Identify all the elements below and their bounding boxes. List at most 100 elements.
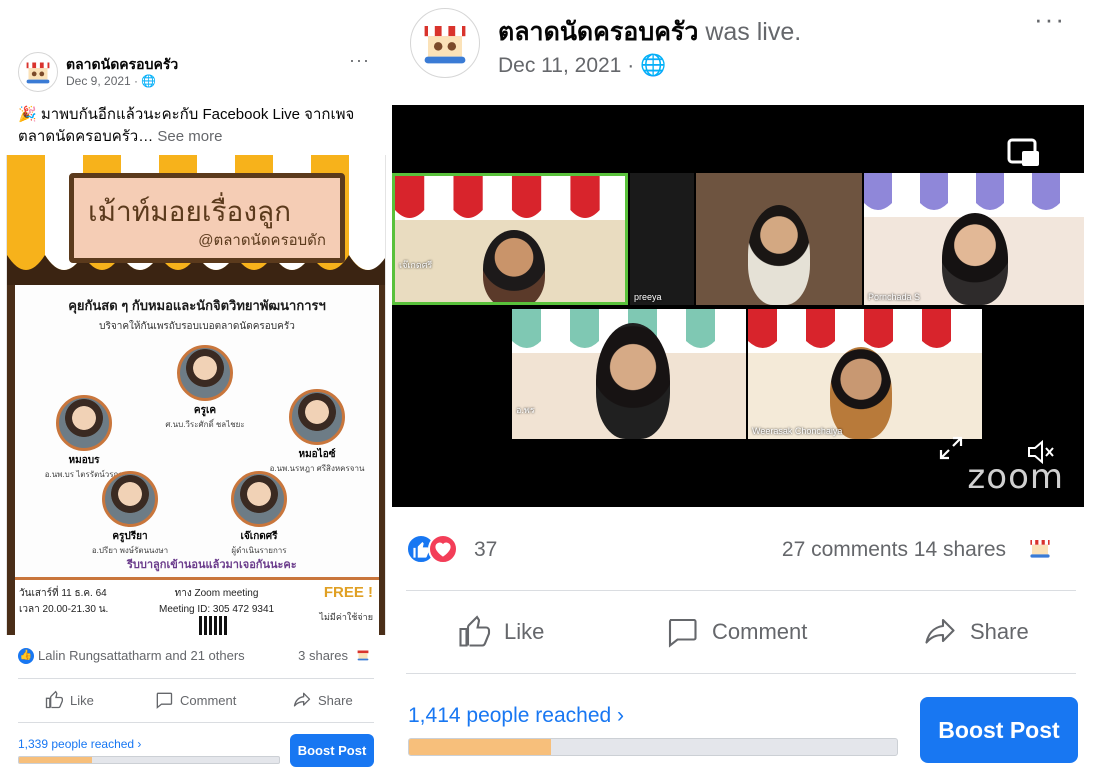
speaker-card: ครูปรียา อ.ปรียา พงษ์รัตนนงษา <box>75 471 185 557</box>
comment-icon <box>668 618 697 648</box>
participant-name: Weerasak Chonchaiya <box>752 426 843 436</box>
comment-label: Comment <box>712 619 808 644</box>
share-label: Share <box>970 619 1029 644</box>
participant-video <box>483 230 545 302</box>
boost-post-button[interactable]: Boost Post <box>920 697 1078 763</box>
zoom-logo: zoom <box>967 457 1064 497</box>
expand-icon[interactable] <box>938 435 964 461</box>
speaker-photo <box>102 471 158 527</box>
reach-progress-bar <box>18 756 280 764</box>
reaction-summary[interactable]: 37 27 comments 14 shares <box>406 532 1086 568</box>
comment-button[interactable]: Comment <box>664 614 807 650</box>
globe-icon: 🌐 <box>640 54 667 77</box>
page-name[interactable]: ตลาดนัดครอบครัว <box>66 54 178 76</box>
speaker-role: ศ.นบ.วีระศักดิ์ ชลไชยะ <box>165 420 245 429</box>
poster-title-board: เม้าท์มอยเรื่องลูก @ตลาดนัดครอบดัก <box>69 173 345 263</box>
page-avatar[interactable] <box>18 52 58 92</box>
event-datetime: วันเสาร์ที่ 11 ธ.ค. 64 เวลา 20.00-21.30 … <box>19 586 108 618</box>
like-button[interactable]: Like <box>44 690 94 710</box>
reaction-summary[interactable]: 👍 Lalin Rungsattatharm and 21 others 3 s… <box>18 646 378 666</box>
video-tile: อ.พร <box>512 309 746 439</box>
post-title: ตลาดนัดครอบครัว was live. <box>498 12 801 52</box>
participant-video <box>942 213 1008 305</box>
more-options-button[interactable]: ··· <box>349 50 370 71</box>
tile-awning-graphic <box>864 173 1084 217</box>
tile-awning-graphic <box>395 176 625 220</box>
reach-progress-bar <box>408 738 898 756</box>
people-reached-link[interactable]: 1,414 people reached › <box>408 704 624 728</box>
speaker-name: หมอไอซ์ <box>298 449 336 460</box>
boost-post-button[interactable]: Boost Post <box>290 734 374 767</box>
page-name[interactable]: ตลาดนัดครอบครัว <box>498 18 698 46</box>
poster-headline: คุยกันสด ๆ กับหมอและนักจิตวิทยาพัฒนาการฯ <box>68 298 326 313</box>
share-label: Share <box>318 692 353 708</box>
free-sub: ไม่มีค่าใช้จ่าย <box>319 612 373 622</box>
poster-footer-text: รีบบาลูกเข้านอนแล้วมาเจอกันนะคะ <box>127 559 297 571</box>
post-actions: Like Comment Share <box>406 602 1076 662</box>
thumbs-up-icon <box>459 615 491 647</box>
globe-icon: 🌐 <box>141 74 157 88</box>
left-post: ตลาดนัดครอบครัว Dec 9, 2021 · 🌐 ··· 🎉 มา… <box>0 0 392 767</box>
comments-shares-count[interactable]: 27 comments 14 shares <box>782 538 1006 562</box>
speaker-card: เจ๊เกดศรี ผู้ดำเนินรายการ <box>209 471 309 557</box>
reach-progress-fill <box>409 739 551 755</box>
share-button[interactable]: Share <box>292 690 353 710</box>
speaker-photo <box>177 345 233 401</box>
post-actions: Like Comment Share <box>18 686 374 716</box>
page-mini-avatar-icon[interactable] <box>1024 532 1056 564</box>
like-button[interactable]: Like <box>456 614 544 650</box>
reaction-count[interactable]: 37 <box>474 538 497 562</box>
event-time: เวลา 20.00-21.30 น. <box>19 604 109 615</box>
poster-subtitle: @ตลาดนัดครอบดัก <box>198 232 326 249</box>
speaker-name: ครูเค <box>193 405 217 416</box>
video-tile: Weerasak Chonchaiya <box>748 309 982 439</box>
qr-code-icon <box>199 616 227 635</box>
share-icon <box>925 618 955 644</box>
picture-in-picture-icon[interactable] <box>1006 135 1042 171</box>
see-more-link[interactable]: See more <box>157 128 222 145</box>
share-icon <box>293 692 311 707</box>
page-mini-avatar-icon[interactable] <box>354 646 372 664</box>
divider <box>406 673 1076 674</box>
comment-icon <box>156 692 173 709</box>
people-reached-link[interactable]: 1,339 people reached › <box>18 737 141 751</box>
speaker-photo <box>56 395 112 451</box>
page-avatar[interactable] <box>410 8 480 78</box>
live-video[interactable]: เจ๊เกดศรี preeya Pornchada S อ.พร Weeras… <box>392 105 1084 507</box>
market-logo-icon <box>26 62 50 84</box>
post-image[interactable]: เม้าท์มอยเรื่องลูก @ตลาดนัดครอบดัก คุยกั… <box>6 155 386 635</box>
more-options-button[interactable]: ··· <box>1034 4 1066 35</box>
poster-body: คุยกันสด ๆ กับหมอและนักจิตวิทยาพัฒนาการฯ… <box>7 285 385 635</box>
post-date-text: Dec 11, 2021 · <box>498 54 641 77</box>
participant-video <box>748 205 810 305</box>
speaker-card: หมอไอซ์ อ.นพ.นรหฎา ศรีสิงหครจาน <box>257 389 377 475</box>
video-tile: preeya <box>630 173 694 305</box>
share-button[interactable]: Share <box>922 614 1029 650</box>
event-date: วันเสาร์ที่ 11 ธ.ค. 64 <box>19 588 107 599</box>
participant-sign: เจ๊เกดศรี <box>399 260 433 270</box>
thumbs-up-icon <box>45 690 63 709</box>
shares-count[interactable]: 3 shares <box>298 648 348 663</box>
divider <box>406 590 1076 591</box>
event-zoom: ทาง Zoom meeting Meeting ID: 305 472 934… <box>159 586 274 618</box>
reactions-text[interactable]: Lalin Rungsattatharm and 21 others <box>38 648 245 663</box>
video-tile: เจ๊เกดศรี <box>392 173 628 305</box>
poster-event-info: วันเสาร์ที่ 11 ธ.ค. 64 เวลา 20.00-21.30 … <box>15 577 379 635</box>
like-reaction-icon: 👍 <box>18 648 34 664</box>
speaker-photo <box>231 471 287 527</box>
post-date[interactable]: Dec 9, 2021 · 🌐 <box>66 74 156 88</box>
poster-subline: บริจาคให้กันเพรถับรอบเบอตลาดนัดครอบครัว <box>99 321 295 332</box>
speaker-card: ครูเค ศ.นบ.วีระศักดิ์ ชลไชยะ <box>165 345 245 431</box>
post-header: ตลาดนัดครอบครัว Dec 9, 2021 · 🌐 ··· <box>18 50 378 94</box>
free-label: FREE ! <box>323 584 373 601</box>
comment-button[interactable]: Comment <box>154 690 236 710</box>
post-date[interactable]: Dec 11, 2021 · 🌐 <box>498 54 666 78</box>
speaker-name: ครูปรียา <box>112 531 148 542</box>
love-reaction-icon <box>428 534 458 564</box>
participant-name: preeya <box>634 292 662 302</box>
participant-video <box>596 323 670 439</box>
zoom-line: ทาง Zoom meeting <box>174 588 259 599</box>
speaker-card: หมอบร อ.นพ.บร ไตรรัตน์วรกุล <box>29 395 139 481</box>
participant-name: Pornchada S <box>868 292 921 302</box>
reach-progress-fill <box>19 757 92 763</box>
